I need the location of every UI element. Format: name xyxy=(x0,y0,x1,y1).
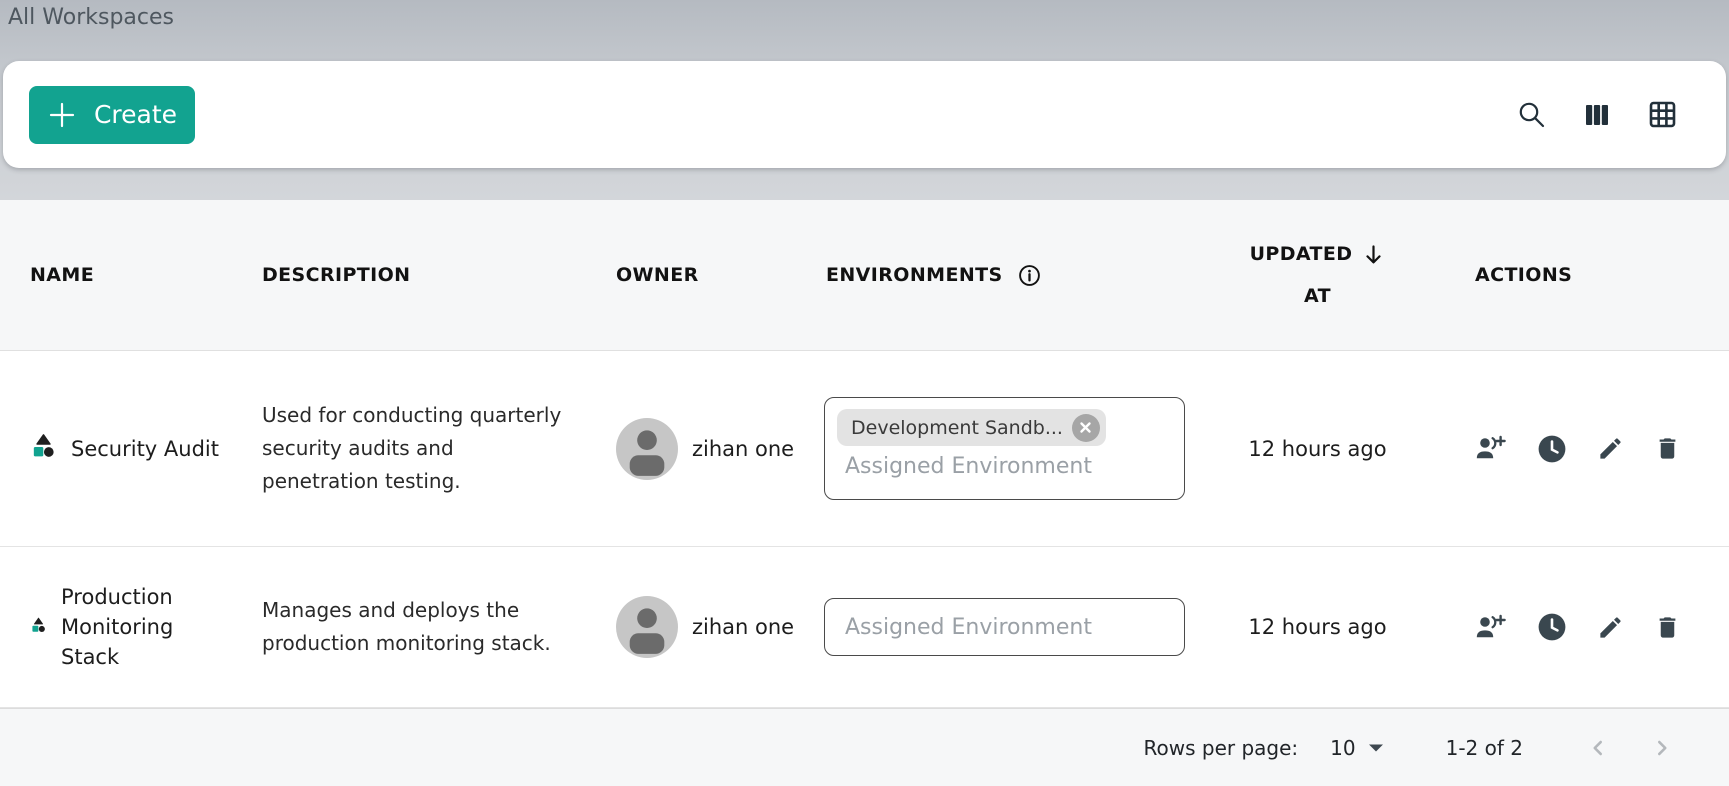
workspace-description: Manages and deploys the production monit… xyxy=(232,594,606,660)
workspace-name: Production Monitoring Stack xyxy=(61,582,221,672)
header-updated-at[interactable]: UPDATED AT xyxy=(1210,233,1425,317)
owner-avatar xyxy=(616,418,678,480)
updated-at-value: 12 hours ago xyxy=(1210,615,1425,639)
history-clock-icon[interactable] xyxy=(1537,612,1567,642)
info-icon[interactable] xyxy=(1018,264,1041,287)
pagination-range: 1-2 of 2 xyxy=(1446,736,1523,760)
environment-placeholder: Assigned Environment xyxy=(845,615,1092,640)
edit-pencil-icon[interactable] xyxy=(1597,435,1624,462)
owner-name: zihan one xyxy=(692,437,794,461)
create-button-label: Create xyxy=(94,100,177,129)
toolbar-view-controls xyxy=(1516,99,1678,130)
header-updated-line1: UPDATED xyxy=(1250,233,1353,275)
owner-avatar xyxy=(616,596,678,658)
edit-pencil-icon[interactable] xyxy=(1597,614,1624,641)
table-row: Security Audit Used for conducting quart… xyxy=(0,351,1729,547)
environment-chip-label: Development Sandb... xyxy=(851,417,1063,439)
header-environments: ENVIRONMENTS xyxy=(812,264,1210,287)
assigned-environment-field[interactable]: Development Sandb... Assigned Environmen… xyxy=(824,397,1185,500)
previous-page-icon[interactable] xyxy=(1585,735,1611,761)
owner-name: zihan one xyxy=(692,615,794,639)
header-owner: OWNER xyxy=(606,264,812,286)
history-clock-icon[interactable] xyxy=(1537,434,1567,464)
rows-per-page-label: Rows per page: xyxy=(1144,736,1299,760)
actions-cell xyxy=(1425,434,1729,464)
environments-cell: Assigned Environment xyxy=(812,598,1210,656)
dropdown-arrow-icon xyxy=(1368,743,1384,753)
header-description: DESCRIPTION xyxy=(232,264,606,286)
table-header-row: NAME DESCRIPTION OWNER ENVIRONMENTS UPDA… xyxy=(0,200,1729,351)
updated-at-value: 12 hours ago xyxy=(1210,437,1425,461)
toolbar-card: Create xyxy=(3,61,1726,168)
assigned-environment-field[interactable]: Assigned Environment xyxy=(824,598,1185,656)
next-page-icon[interactable] xyxy=(1649,735,1675,761)
header-updated-line2: AT xyxy=(1210,275,1425,317)
environments-cell: Development Sandb... Assigned Environmen… xyxy=(812,397,1210,500)
page-title: All Workspaces xyxy=(0,0,1729,41)
workspace-name: Security Audit xyxy=(71,434,219,464)
create-button[interactable]: Create xyxy=(29,86,195,144)
grid-view-icon[interactable] xyxy=(1647,99,1678,130)
share-user-icon[interactable] xyxy=(1475,614,1507,641)
workspace-owner-cell: zihan one xyxy=(606,418,812,480)
actions-cell xyxy=(1425,612,1729,642)
workspace-description: Used for conducting quarterly security a… xyxy=(232,399,606,498)
header-actions: ACTIONS xyxy=(1425,264,1729,286)
table-row: Production Monitoring Stack Manages and … xyxy=(0,547,1729,708)
rows-per-page-select[interactable]: 10 xyxy=(1330,736,1383,760)
delete-trash-icon[interactable] xyxy=(1654,435,1681,462)
share-user-icon[interactable] xyxy=(1475,435,1507,462)
rows-per-page-value: 10 xyxy=(1330,736,1355,760)
workspaces-table: NAME DESCRIPTION OWNER ENVIRONMENTS UPDA… xyxy=(0,200,1729,786)
environment-placeholder: Assigned Environment xyxy=(845,454,1172,479)
top-band: All Workspaces Create xyxy=(0,0,1729,200)
plus-icon xyxy=(47,100,77,130)
chip-remove-icon[interactable] xyxy=(1072,414,1100,442)
search-icon[interactable] xyxy=(1516,99,1547,130)
workspace-name-cell: Production Monitoring Stack xyxy=(0,582,232,672)
sort-descending-arrow-icon[interactable] xyxy=(1362,243,1385,266)
header-name: NAME xyxy=(0,264,232,286)
columns-view-icon[interactable] xyxy=(1583,101,1611,129)
delete-trash-icon[interactable] xyxy=(1654,614,1681,641)
workspace-name-cell: Security Audit xyxy=(0,433,232,464)
workspace-owner-cell: zihan one xyxy=(606,596,812,658)
workspace-shapes-icon xyxy=(30,433,57,464)
pagination-bar: Rows per page: 10 1-2 of 2 xyxy=(0,708,1729,786)
workspace-shapes-icon xyxy=(30,617,47,638)
header-environments-label: ENVIRONMENTS xyxy=(826,264,1003,286)
environment-chip[interactable]: Development Sandb... xyxy=(837,409,1106,446)
